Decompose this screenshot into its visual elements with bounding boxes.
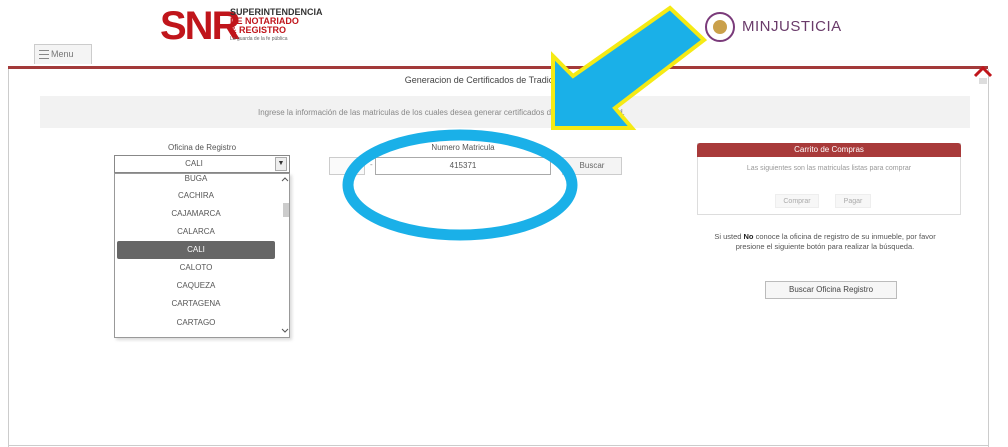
- cart-text: Las siguientes son las matriculas listas…: [746, 165, 912, 172]
- comprar-button[interactable]: Comprar: [775, 194, 819, 208]
- dropdown-option[interactable]: BUGA: [117, 170, 275, 188]
- info-text: Ingrese la información de las matriculas…: [258, 108, 625, 117]
- page-title: Generacion de Certificados de Tradicion: [404, 75, 566, 85]
- buscar-oficina-button[interactable]: Buscar Oficina Registro: [765, 281, 897, 299]
- frame-border-right: [988, 69, 989, 447]
- hamburger-icon: [39, 50, 49, 60]
- circulo-input[interactable]: [329, 157, 365, 175]
- minjusticia-logo: MINJUSTICIA: [742, 18, 842, 35]
- dropdown-option[interactable]: CALARCA: [117, 223, 275, 241]
- help-text: Si usted No conoce la oficina de registr…: [714, 232, 936, 251]
- menu-button[interactable]: Menu: [34, 44, 92, 64]
- frame-border-left: [8, 69, 9, 447]
- minjusticia-seal-icon: [705, 12, 735, 42]
- oficina-select-value: CALI: [185, 159, 203, 168]
- dropdown-option[interactable]: CARTAGO: [117, 314, 275, 332]
- matricula-input[interactable]: 415371: [375, 157, 551, 175]
- header-divider: [8, 66, 988, 69]
- buscar-button[interactable]: Buscar: [562, 157, 622, 175]
- matricula-label: Numero Matricula: [431, 143, 495, 152]
- snr-logo-text: SUPERINTENDENCIA DE NOTARIADO & REGISTRO…: [230, 7, 323, 43]
- scroll-top-icon[interactable]: [973, 64, 993, 86]
- oficina-dropdown-list[interactable]: BUGA CACHIRA CAJAMARCA CALARCA CALI CALO…: [114, 173, 290, 338]
- snr-logo: SNR: [160, 4, 240, 48]
- pagar-button[interactable]: Pagar: [835, 194, 871, 208]
- cart-title: Carrito de Compras: [697, 143, 961, 157]
- dropdown-option[interactable]: CALOTO: [117, 259, 275, 277]
- dropdown-option-selected[interactable]: CALI: [117, 241, 275, 259]
- dropdown-option[interactable]: CACHIRA: [117, 187, 275, 205]
- frame-border-bottom: [8, 445, 989, 446]
- dropdown-scroll-thumb[interactable]: [283, 203, 289, 217]
- oficina-label: Oficina de Registro: [167, 143, 237, 152]
- chevron-down-icon[interactable]: ▼: [275, 157, 287, 171]
- dropdown-option[interactable]: CAJAMARCA: [117, 205, 275, 223]
- dropdown-scrollbar[interactable]: [281, 176, 289, 334]
- dropdown-option[interactable]: CAQUEZA: [117, 277, 275, 295]
- dropdown-option[interactable]: CARTAGENA: [117, 295, 275, 313]
- dash-separator: -: [370, 160, 373, 169]
